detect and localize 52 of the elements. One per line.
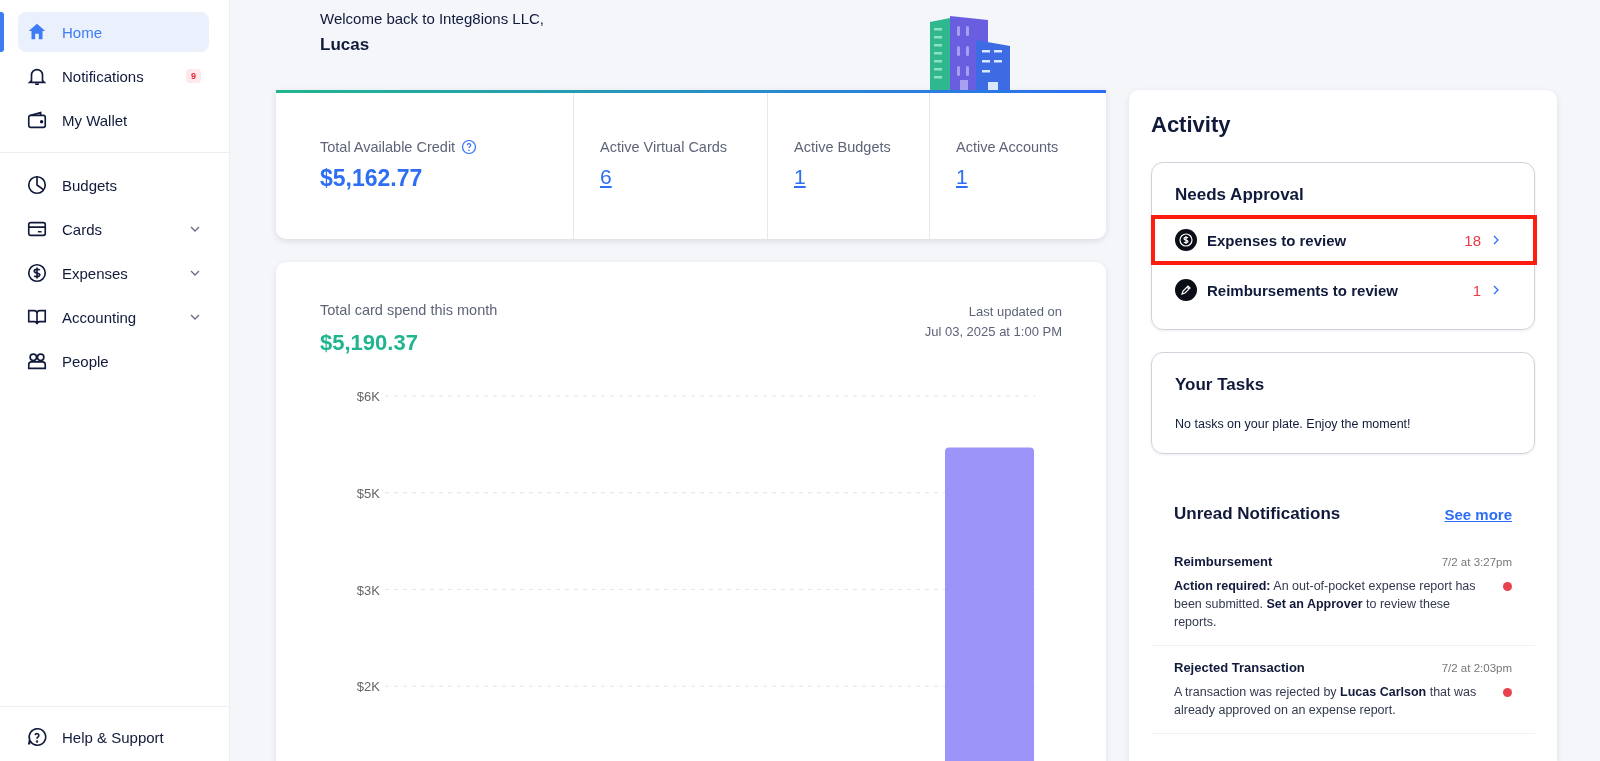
updated-time: Jul 03, 2025 at 1:00 PM	[924, 323, 1062, 341]
chevron-right-icon	[1491, 234, 1501, 246]
sidebar-item[interactable]: Cards	[18, 209, 209, 249]
help-icon[interactable]	[461, 139, 478, 155]
sidebar-item[interactable]: Expenses	[18, 253, 209, 293]
pencil-icon	[1175, 279, 1197, 301]
axis-tick-label: $6K	[356, 389, 380, 404]
notification-text: Action required: An out-of-pocket expense report has been submitted. Set an Approver to review these reports.	[1174, 578, 1477, 631]
welcome-text: Welcome back to Integ8ions LLC,	[320, 10, 544, 27]
spend-label: Total card spend this month	[320, 302, 498, 318]
empty-message: No tasks on your plate. Enjoy the moment!	[1175, 417, 1412, 431]
card-title: Your Tasks	[1175, 375, 1266, 395]
sidebar-item[interactable]: People	[18, 341, 209, 381]
people-icon	[26, 350, 48, 372]
stat-label: Active Budgets	[794, 139, 891, 155]
credit-amount: $5,162.77	[320, 165, 424, 192]
axis-tick-label: $5K	[356, 485, 380, 501]
active-indicator	[0, 12, 4, 52]
dollar-icon	[26, 262, 48, 284]
notification-text: A transaction was rejected by Lucas Carlson that was already approved on an expense report.	[1174, 684, 1478, 719]
help-icon	[26, 726, 48, 748]
notification-time: 7/2 at 2:03pm	[1441, 662, 1512, 674]
approval-item[interactable]: Expenses to review 18	[1152, 215, 1534, 265]
sidebar-item[interactable]: Budgets	[18, 165, 209, 205]
sidebar-item[interactable]: Notifications 9	[18, 56, 209, 96]
spend-amount: $5,190.37	[320, 330, 419, 356]
stat-label: Active Accounts	[956, 139, 1059, 155]
card-title: Needs Approval	[1175, 185, 1305, 205]
help-link[interactable]: Help & Support	[18, 717, 209, 757]
count-badge: 9	[186, 69, 201, 83]
panel-title: Activity	[1151, 112, 1232, 138]
axis-tick-label: $2K	[356, 679, 380, 695]
stat-link[interactable]: 6	[600, 165, 612, 189]
section-title: Unread Notifications	[1174, 504, 1341, 524]
approval-item[interactable]: Reimbursements to review 1	[1152, 265, 1534, 315]
pie-icon	[26, 174, 48, 196]
axis-tick-label: $3K	[356, 582, 380, 598]
stat-label: Total Available Credit	[320, 139, 456, 155]
chevron-right-icon	[1491, 284, 1501, 296]
dollar-icon	[1175, 229, 1197, 251]
user-name: Lucas	[320, 35, 371, 55]
sidebar-item[interactable]: My Wallet	[18, 100, 209, 140]
notification-time: 7/2 at 3:27pm	[1441, 556, 1512, 568]
stat-label: Active Virtual Cards	[600, 139, 728, 155]
notification-title: Reimbursement	[1174, 554, 1273, 569]
sidebar-item[interactable]: Accounting	[18, 297, 209, 337]
stat-link[interactable]: 1	[794, 165, 806, 189]
updated-label: Last updated on	[967, 303, 1062, 321]
wallet-icon	[26, 109, 48, 131]
notification-title: Rejected Transaction	[1174, 660, 1305, 675]
see-more-link[interactable]: See more	[1444, 505, 1512, 523]
stat-link[interactable]: 1	[956, 165, 968, 189]
